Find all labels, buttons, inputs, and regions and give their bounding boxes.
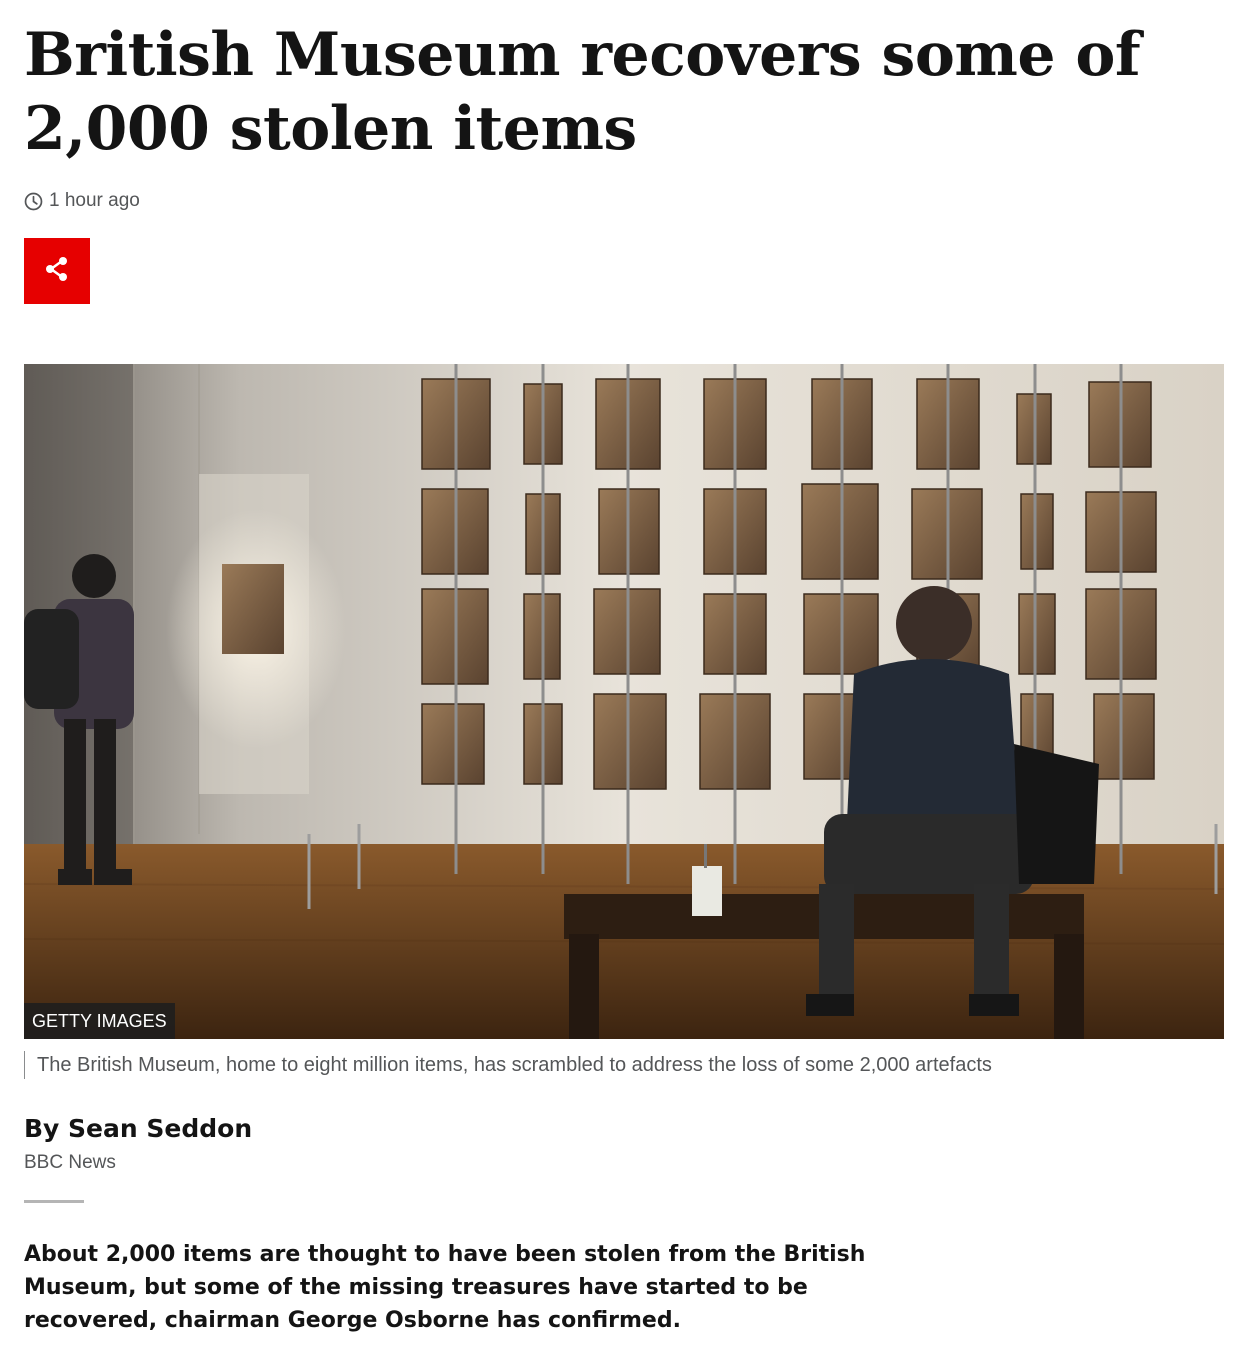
headline: British Museum recovers some of 2,000 st… <box>24 20 1141 164</box>
article-intro: About 2,000 items are thought to have be… <box>24 1242 866 1333</box>
share-button[interactable] <box>24 238 90 304</box>
author-organisation: BBC News <box>24 1152 116 1173</box>
image-caption: The British Museum, home to eight millio… <box>24 1051 992 1079</box>
timestamp-text: 1 hour ago <box>49 190 140 211</box>
museum-gallery-photo <box>24 364 1224 1039</box>
timestamp: 1 hour ago <box>24 188 140 214</box>
clock-icon <box>24 192 43 211</box>
author-name[interactable]: By Sean Seddon <box>24 1114 252 1143</box>
share-icon <box>43 255 71 288</box>
hero-image <box>24 364 1224 1039</box>
image-credit: GETTY IMAGES <box>24 1003 175 1039</box>
byline-divider <box>24 1200 84 1203</box>
